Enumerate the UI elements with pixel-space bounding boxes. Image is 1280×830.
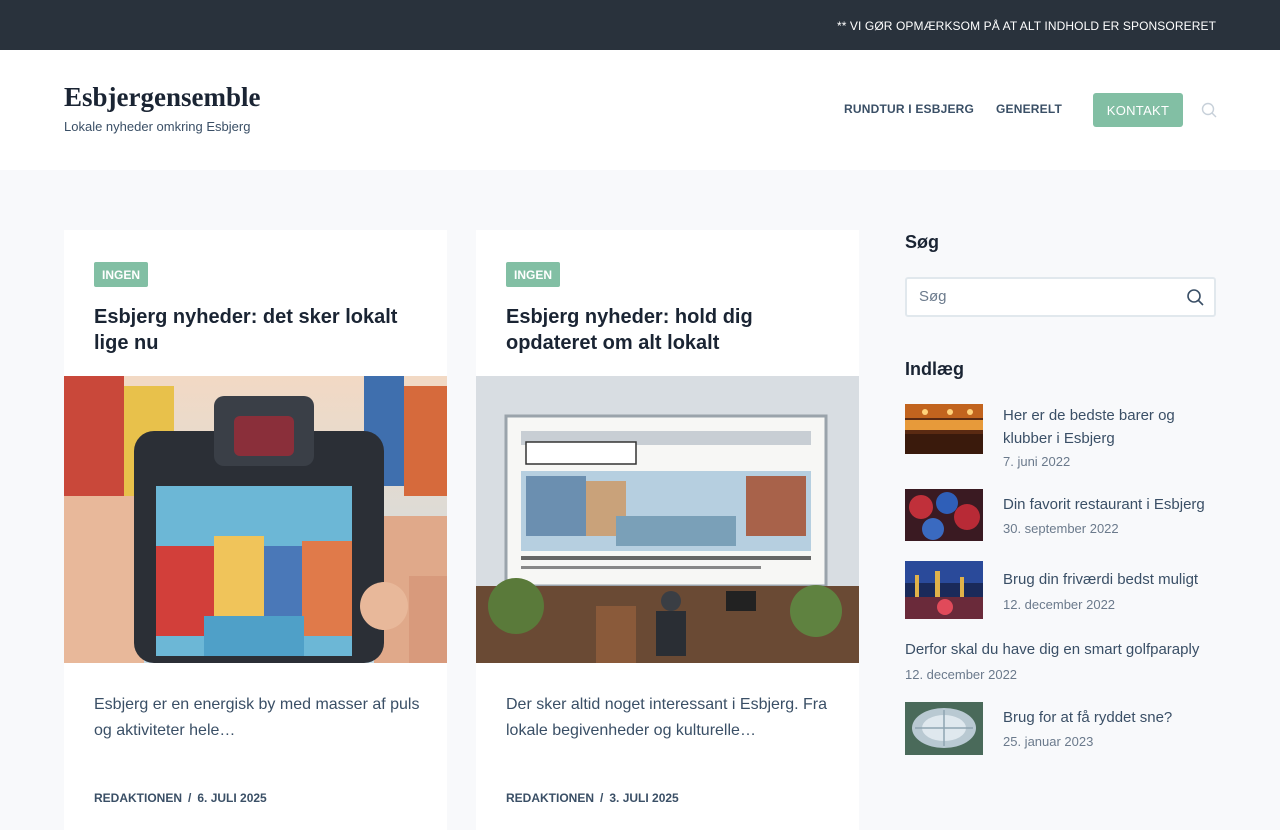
search-icon[interactable]: [1201, 102, 1217, 118]
sidebar-post-date: 12. december 2022: [1003, 597, 1116, 612]
post-author[interactable]: REDAKTIONEN: [94, 791, 182, 805]
post-image[interactable]: [64, 376, 447, 663]
search-icon[interactable]: [1186, 288, 1205, 307]
category-badge[interactable]: INGEN: [94, 262, 149, 287]
sidebar-posts-heading: Indlæg: [905, 359, 964, 379]
post-title[interactable]: Esbjerg nyheder: det sker lokalt lige nu: [94, 304, 424, 356]
post-date: 3. JULI 2025: [609, 791, 679, 805]
post-date: 6. JULI 2025: [197, 791, 267, 805]
sidebar-search: [905, 277, 1216, 317]
search-input[interactable]: [919, 288, 1169, 305]
sidebar-post: Din favorit restaurant i Esbjerg 30. sep…: [905, 489, 1216, 544]
post-card: INGEN Esbjerg nyheder: hold dig opdatere…: [476, 230, 859, 830]
post-image[interactable]: [476, 376, 859, 663]
sidebar-post: Brug for at få ryddet sne? 25. januar 20…: [905, 702, 1216, 755]
nav-item-rundtur[interactable]: RUNDTUR I ESBJERG: [844, 102, 974, 116]
sidebar-post-title[interactable]: Din favorit restaurant i Esbjerg: [1003, 493, 1216, 516]
sidebar-post-title[interactable]: Her er de bedste barer og klubber i Esbj…: [1003, 404, 1216, 450]
sidebar-post-title[interactable]: Derfor skal du have dig en smart golfpar…: [905, 638, 1216, 661]
sidebar-post-title[interactable]: Brug for at få ryddet sne?: [1003, 706, 1216, 729]
post-meta: REDAKTIONEN/6. JULI 2025: [94, 791, 267, 805]
sidebar-post: Her er de bedste barer og klubber i Esbj…: [905, 404, 1216, 474]
post-thumbnail[interactable]: [905, 702, 983, 755]
sidebar-search-heading: Søg: [905, 232, 939, 252]
site-tagline: Lokale nyheder omkring Esbjerg: [64, 119, 251, 134]
post-meta: REDAKTIONEN/3. JULI 2025: [506, 791, 679, 805]
post-thumbnail[interactable]: [905, 404, 983, 454]
post-author[interactable]: REDAKTIONEN: [506, 791, 594, 805]
sidebar-post: Brug din friværdi bedst muligt 12. decem…: [905, 561, 1216, 619]
post-card: INGEN Esbjerg nyheder: det sker lokalt l…: [64, 230, 447, 830]
category-badge[interactable]: INGEN: [506, 262, 561, 287]
sidebar-post-date: 12. december 2022: [905, 667, 1018, 682]
contact-button[interactable]: KONTAKT: [1093, 93, 1183, 127]
nav-item-generelt[interactable]: GENERELT: [996, 102, 1062, 116]
post-title[interactable]: Esbjerg nyheder: hold dig opdateret om a…: [506, 304, 836, 356]
sidebar-post-date: 25. januar 2023: [1003, 734, 1094, 749]
post-thumbnail[interactable]: [905, 561, 983, 619]
site-title[interactable]: Esbjergensemble: [64, 82, 260, 113]
top-notice-bar: ** VI GØR OPMÆRKSOM PÅ AT ALT INDHOLD ER…: [0, 0, 1280, 50]
post-thumbnail[interactable]: [905, 489, 983, 541]
sidebar-post-title[interactable]: Brug din friværdi bedst muligt: [1003, 568, 1216, 591]
sidebar-post-date: 30. september 2022: [1003, 521, 1119, 536]
post-excerpt: Der sker altid noget interessant i Esbje…: [506, 696, 828, 739]
post-excerpt: Esbjerg er en energisk by med masser af …: [94, 696, 420, 739]
sidebar-post: Derfor skal du have dig en smart golfpar…: [905, 638, 1216, 686]
sidebar-post-date: 7. juni 2022: [1003, 454, 1071, 469]
site-header: Esbjergensemble Lokale nyheder omkring E…: [0, 50, 1280, 170]
sponsored-notice: ** VI GØR OPMÆRKSOM PÅ AT ALT INDHOLD ER…: [836, 19, 1216, 33]
